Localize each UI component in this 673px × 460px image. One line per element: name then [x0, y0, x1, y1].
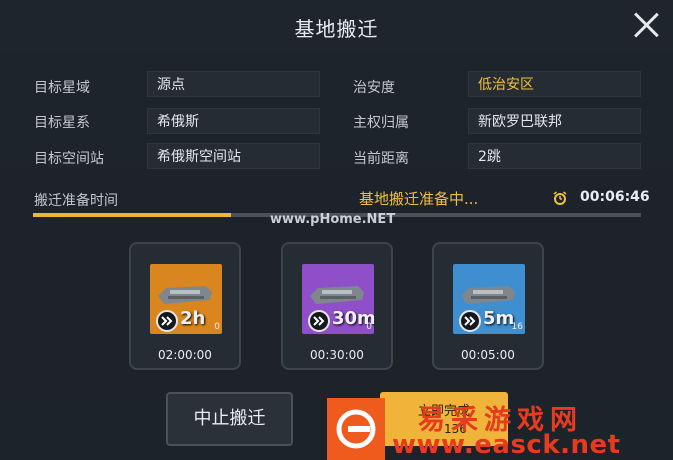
speedup-icon-frame: 5m 16: [453, 264, 525, 334]
target-system-value: 希俄斯: [147, 108, 320, 134]
distance-value: 2跳: [468, 143, 641, 169]
speedup-amount: 2h: [180, 308, 206, 329]
speedup-time: 00:05:00: [461, 348, 515, 362]
speedup-time: 02:00:00: [158, 348, 212, 362]
target-region-label: 目标星域: [34, 80, 90, 96]
ship-icon: [158, 286, 212, 304]
dialog-title: 基地搬迁: [294, 17, 379, 41]
close-icon[interactable]: [631, 10, 661, 40]
speedup-count: 16: [511, 322, 523, 332]
ship-icon: [461, 286, 515, 304]
watermark-en: www.easck.net: [392, 430, 621, 460]
speedup-item-30m[interactable]: 30m 0 00:30:00: [281, 242, 393, 370]
speedup-badge-icon: [308, 310, 330, 332]
speedup-icon-frame: 30m 0: [302, 264, 374, 334]
stop-relocation-button[interactable]: 中止搬迁: [166, 392, 293, 446]
target-system-label: 目标星系: [34, 115, 90, 131]
prep-time-label: 搬迁准备时间: [34, 193, 118, 209]
distance-label: 当前距离: [353, 151, 409, 167]
speedup-item-2h[interactable]: 2h 0 02:00:00: [129, 242, 241, 370]
alarm-clock-icon: [553, 191, 567, 205]
watermark-logo-icon: [327, 398, 385, 460]
ship-icon: [310, 286, 364, 304]
speedup-count: 0: [366, 322, 372, 332]
speedup-icon-frame: 2h 0: [150, 264, 222, 334]
sovereignty-label: 主权归属: [353, 115, 409, 131]
security-label: 治安度: [353, 80, 395, 96]
speedup-badge-icon: [459, 310, 481, 332]
speedup-item-5m[interactable]: 5m 16 00:05:00: [432, 242, 544, 370]
watermark-site: www.pHome.NET: [270, 212, 396, 227]
target-station-label: 目标空间站: [34, 151, 104, 167]
prep-progress-fill: [33, 213, 231, 217]
speedup-amount: 5m: [483, 308, 515, 329]
countdown-timer: 00:06:46: [580, 189, 650, 205]
dialog-header: 基地搬迁: [0, 0, 673, 53]
prep-status-text: 基地搬迁准备中...: [359, 190, 479, 208]
speedup-time: 00:30:00: [310, 348, 364, 362]
speedup-badge-icon: [156, 310, 178, 332]
security-value: 低治安区: [468, 71, 641, 97]
target-station-value: 希俄斯空间站: [147, 143, 320, 169]
sovereignty-value: 新欧罗巴联邦: [468, 108, 641, 134]
speedup-count: 0: [214, 322, 220, 332]
target-region-value: 源点: [147, 71, 320, 97]
